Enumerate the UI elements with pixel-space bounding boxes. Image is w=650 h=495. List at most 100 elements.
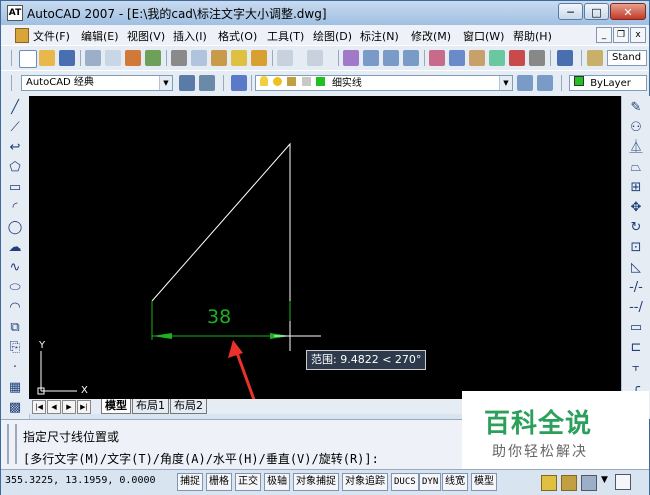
point-icon[interactable]: · <box>5 360 25 376</box>
menu-tools[interactable]: 工具(T) <box>267 28 304 44</box>
make-current-layer-icon[interactable] <box>517 75 533 91</box>
command-prompt-line[interactable]: [多行文字(M)/文字(T)/角度(A)/水平(H)/垂直(V)/旋转(R)]: <box>23 450 379 467</box>
sheet-set-manager-icon[interactable] <box>489 50 505 66</box>
ellipse-arc-icon[interactable]: ◠ <box>5 300 25 316</box>
circle-icon[interactable]: ◯ <box>5 220 25 236</box>
menu-format[interactable]: 格式(O) <box>218 28 257 44</box>
first-tab-button[interactable]: |◀ <box>32 400 46 414</box>
zoom-realtime-icon[interactable] <box>363 50 379 66</box>
otrack-toggle[interactable]: 对象追踪 <box>342 473 388 491</box>
spline-icon[interactable]: ∿ <box>5 260 25 276</box>
osnap-toggle[interactable]: 对象捕捉 <box>293 473 339 491</box>
publish-icon[interactable] <box>125 50 141 66</box>
polygon-icon[interactable]: ⬠ <box>5 160 25 176</box>
menu-dimension[interactable]: 标注(N) <box>360 28 399 44</box>
menu-draw[interactable]: 绘图(D) <box>313 28 352 44</box>
lineweight-toggle[interactable]: 线宽 <box>442 473 468 491</box>
undo-icon[interactable] <box>277 50 293 66</box>
copy-object-icon[interactable]: ⚇ <box>626 120 646 136</box>
dyn-toggle[interactable]: DYN <box>419 473 442 491</box>
coordinate-readout[interactable]: 355.3225, 13.1959, 0.0000 <box>5 475 156 486</box>
clean-screen-icon[interactable] <box>615 474 631 490</box>
block-editor-icon[interactable] <box>251 50 267 66</box>
ellipse-icon[interactable]: ⬭ <box>5 280 25 296</box>
mdi-restore-button[interactable]: ❐ <box>613 27 629 43</box>
last-tab-button[interactable]: ▶| <box>77 400 91 414</box>
gradient-icon[interactable]: ▩ <box>5 400 25 416</box>
status-menu-arrow-icon[interactable]: ▼ <box>601 475 608 485</box>
grid-toggle[interactable]: 栅格 <box>206 473 232 491</box>
3d-dwf-icon[interactable] <box>145 50 161 66</box>
move-icon[interactable]: ✥ <box>626 200 646 216</box>
design-center-icon[interactable] <box>449 50 465 66</box>
menu-view[interactable]: 视图(V) <box>127 28 165 44</box>
quickcalc-icon[interactable] <box>529 50 545 66</box>
layer-properties-icon[interactable] <box>231 75 247 91</box>
ortho-toggle[interactable]: 正交 <box>235 473 261 491</box>
construction-line-icon[interactable]: ⟋ <box>5 120 25 136</box>
prev-tab-button[interactable]: ◀ <box>47 400 61 414</box>
mirror-icon[interactable]: ⏅ <box>626 140 646 156</box>
open-icon[interactable] <box>39 50 55 66</box>
chamfer-icon[interactable]: ⫟ <box>626 360 646 376</box>
communication-center-icon[interactable] <box>581 475 597 491</box>
maximize-button[interactable]: □ <box>584 3 609 20</box>
rotate-icon[interactable]: ↻ <box>626 220 646 236</box>
lock-icon[interactable] <box>561 475 577 491</box>
cut-icon[interactable] <box>171 50 187 66</box>
extend-icon[interactable]: --/ <box>626 300 646 316</box>
menu-edit[interactable]: 编辑(E) <box>81 28 119 44</box>
workspace-select[interactable]: AutoCAD 经典 ▼ <box>21 75 173 91</box>
plot-preview-icon[interactable] <box>105 50 121 66</box>
rectangle-icon[interactable]: ▭ <box>5 180 25 196</box>
tray-settings-icon[interactable] <box>541 475 557 491</box>
zoom-previous-icon[interactable] <box>403 50 419 66</box>
new-icon[interactable] <box>19 50 37 68</box>
tab-layout2[interactable]: 布局2 <box>170 399 207 414</box>
save-icon[interactable] <box>59 50 75 66</box>
minimize-button[interactable]: ─ <box>558 3 583 20</box>
menu-insert[interactable]: 插入(I) <box>173 28 207 44</box>
revision-cloud-icon[interactable]: ☁ <box>5 240 25 256</box>
menu-modify[interactable]: 修改(M) <box>411 28 451 44</box>
zoom-window-icon[interactable] <box>383 50 399 66</box>
polyline-icon[interactable]: ↩ <box>5 140 25 156</box>
menu-file[interactable]: 文件(F) <box>33 28 70 44</box>
stretch-icon[interactable]: ◺ <box>626 260 646 276</box>
menu-window[interactable]: 窗口(W) <box>463 28 504 44</box>
markup-set-manager-icon[interactable] <box>509 50 525 66</box>
workspace-settings-icon[interactable] <box>179 75 195 91</box>
help-icon[interactable] <box>557 50 573 66</box>
ducs-toggle[interactable]: DUCS <box>391 473 419 491</box>
trim-icon[interactable]: -/- <box>626 280 646 296</box>
line-icon[interactable]: ╱ <box>5 100 25 116</box>
pan-realtime-icon[interactable] <box>343 50 359 66</box>
command-window-grip[interactable] <box>7 424 17 464</box>
model-toggle[interactable]: 模型 <box>471 473 497 491</box>
autocad-app-icon[interactable]: AT <box>7 5 23 21</box>
tab-model[interactable]: 模型 <box>101 399 131 414</box>
array-icon[interactable]: ⊞ <box>626 180 646 196</box>
next-tab-button[interactable]: ▶ <box>62 400 76 414</box>
mdi-minimize-button[interactable]: _ <box>596 27 612 43</box>
join-icon[interactable]: ⊏ <box>626 340 646 356</box>
close-button[interactable]: ✕ <box>610 3 646 20</box>
break-icon[interactable]: ▭ <box>626 320 646 336</box>
arc-icon[interactable]: ◜ <box>5 200 25 216</box>
layer-select[interactable]: 细实线 ▼ <box>255 75 513 91</box>
offset-icon[interactable]: ⏢ <box>626 160 646 176</box>
mdi-close-button[interactable]: x <box>630 27 646 43</box>
paste-icon[interactable] <box>211 50 227 66</box>
tab-layout1[interactable]: 布局1 <box>132 399 169 414</box>
copy-icon[interactable] <box>191 50 207 66</box>
polar-toggle[interactable]: 极轴 <box>264 473 290 491</box>
workspace-save-icon[interactable] <box>199 75 215 91</box>
properties-icon[interactable] <box>429 50 445 66</box>
match-properties-icon[interactable] <box>231 50 247 66</box>
tool-palettes-icon[interactable] <box>469 50 485 66</box>
layer-previous-icon[interactable] <box>537 75 553 91</box>
redo-icon[interactable] <box>307 50 323 66</box>
scale-icon[interactable]: ⊡ <box>626 240 646 256</box>
snap-toggle[interactable]: 捕捉 <box>177 473 203 491</box>
erase-icon[interactable]: ✎ <box>626 100 646 116</box>
